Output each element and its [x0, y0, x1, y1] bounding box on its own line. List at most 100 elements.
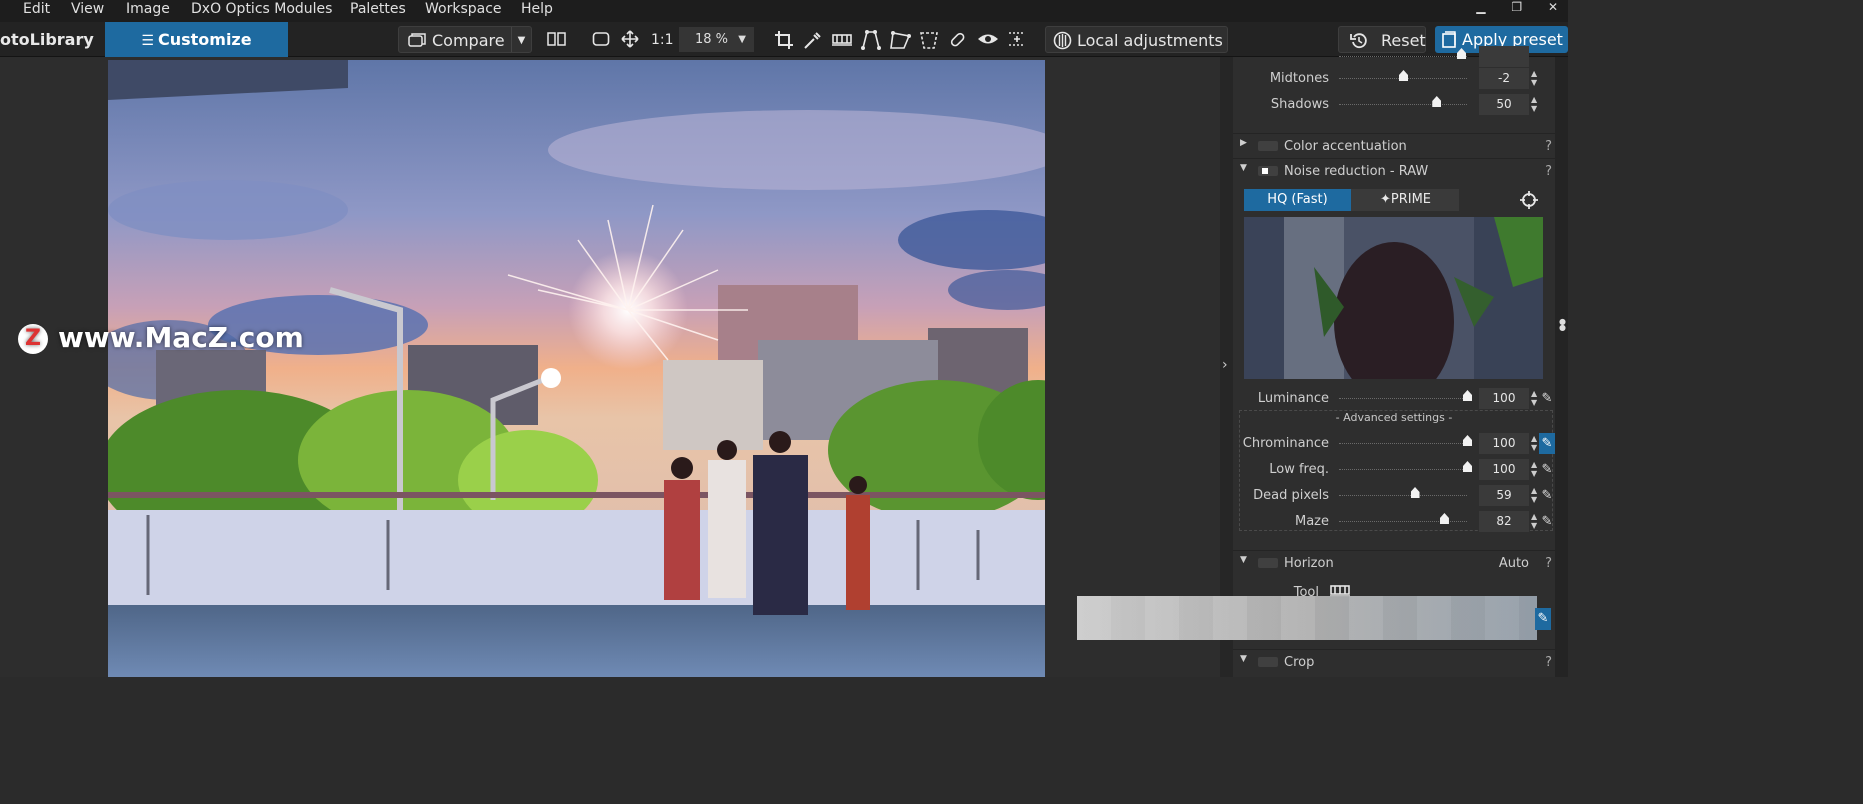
spinner-icon[interactable]: ▲ ▼: [1531, 95, 1537, 113]
slider-track[interactable]: [1339, 469, 1467, 470]
zoom-select[interactable]: 18 % ▼: [679, 27, 754, 52]
section-title: Color accentuation: [1284, 139, 1407, 154]
chevron-down-icon[interactable]: ▼: [511, 27, 531, 52]
restore-icon[interactable]: ❐: [1511, 0, 1522, 14]
menu-view[interactable]: View: [71, 1, 104, 17]
photo[interactable]: [108, 60, 1045, 677]
minimize-icon[interactable]: ▁: [1476, 0, 1485, 14]
panel-content: Midtones -2 ▲ ▼ Shadows 50 ▲ ▼ ▶ Color acc…: [1233, 46, 1555, 677]
one-to-one-button[interactable]: 1:1: [651, 30, 674, 50]
value-field[interactable]: 50: [1479, 94, 1529, 115]
local-adjustments-label: Local adjustments: [1077, 31, 1223, 50]
crosshair-icon[interactable]: [1520, 191, 1538, 209]
slider-thumb[interactable]: [1463, 435, 1472, 446]
slider-thumb[interactable]: [1399, 70, 1408, 81]
slider-label: Maze: [1294, 514, 1329, 529]
tab-photolibrary[interactable]: otoLibrary: [0, 22, 105, 57]
value-field[interactable]: 59: [1479, 485, 1529, 506]
move-icon[interactable]: [621, 30, 639, 48]
value-field[interactable]: 100: [1479, 459, 1529, 480]
volume-deformation-icon[interactable]: [889, 30, 911, 50]
image-viewer[interactable]: Zwww.MacZ.com: [0, 57, 1220, 677]
crop-icon[interactable]: [774, 30, 794, 50]
compare-button[interactable]: Compare ▼: [398, 26, 532, 53]
slider-thumb[interactable]: [1463, 390, 1472, 401]
help-icon[interactable]: ?: [1545, 139, 1552, 154]
value-field[interactable]: 100: [1479, 433, 1529, 454]
value-field[interactable]: -2: [1479, 68, 1529, 89]
chevron-down-icon: ▼: [1240, 163, 1247, 173]
menu-image[interactable]: Image: [126, 1, 170, 17]
slider-label: Midtones: [1269, 71, 1329, 86]
panel-collapse-handle[interactable]: ›: [1220, 57, 1233, 677]
help-icon[interactable]: ?: [1545, 164, 1552, 179]
auto-wand-icon[interactable]: ✎: [1539, 485, 1555, 506]
eyedropper-icon[interactable]: [803, 30, 823, 50]
section-color-accentuation[interactable]: ▶ Color accentuation ?: [1233, 133, 1555, 157]
section-noise-reduction[interactable]: ▼ Noise reduction - RAW ?: [1233, 158, 1555, 182]
value-field[interactable]: 100: [1479, 388, 1529, 409]
distortion-icon[interactable]: [918, 30, 940, 50]
perspective-icon[interactable]: [860, 30, 882, 50]
slider-thumb[interactable]: [1439, 513, 1449, 524]
settings-panel: › Midtones -2 ▲ ▼ Shadows 50 ▲ ▼ ▶ Color a…: [1220, 46, 1568, 677]
spinner-icon[interactable]: ▲ ▼: [1531, 486, 1537, 504]
section-horizon[interactable]: ▼ Horizon Auto ?: [1233, 550, 1555, 574]
menu-help[interactable]: Help: [521, 1, 553, 17]
section-toggle[interactable]: [1258, 558, 1278, 568]
spinner-icon[interactable]: ▲ ▼: [1531, 512, 1537, 530]
mode-hq-button[interactable]: HQ (Fast): [1244, 189, 1351, 211]
split-view-icon[interactable]: [547, 30, 567, 48]
slider-thumb[interactable]: [1410, 487, 1420, 498]
slider-row-low-freq: Low freq. 100 ▲ ▼ ✎: [1233, 458, 1555, 482]
spinner-icon[interactable]: ▲ ▼: [1531, 389, 1537, 407]
section-crop[interactable]: ▼ Crop ?: [1233, 649, 1555, 673]
drag-handle-icon[interactable]: ● ●: [1559, 318, 1566, 332]
watermark-logo: Z: [18, 324, 48, 354]
tab-customize[interactable]: ☰ Customize: [105, 22, 288, 57]
auto-wand-icon[interactable]: ✎: [1539, 511, 1555, 532]
horizon-tool-icon[interactable]: [831, 30, 853, 48]
menu-dxo-optics-modules[interactable]: DxO Optics Modules: [191, 1, 332, 17]
spinner-icon[interactable]: ▲ ▼: [1531, 460, 1537, 478]
frame-icon[interactable]: [592, 30, 610, 48]
slider-track[interactable]: [1339, 398, 1467, 399]
auto-wand-icon[interactable]: ✎: [1539, 459, 1555, 480]
blurred-wand-button[interactable]: ✎: [1535, 608, 1551, 630]
menu-edit[interactable]: Edit: [23, 1, 50, 17]
slider-track[interactable]: [1339, 495, 1467, 496]
menu-workspace[interactable]: Workspace: [425, 1, 502, 17]
local-adjustments-button[interactable]: Local adjustments: [1045, 26, 1228, 53]
slider-row-luminance: Luminance 100 ▲ ▼ ✎: [1233, 387, 1555, 411]
help-icon[interactable]: ?: [1545, 655, 1552, 670]
section-toggle[interactable]: [1258, 141, 1278, 151]
slider-row-partial: [1233, 45, 1555, 69]
slider-track[interactable]: [1339, 104, 1467, 105]
auto-label[interactable]: Auto: [1499, 556, 1529, 571]
spinner-icon[interactable]: ▲ ▼: [1531, 69, 1537, 87]
slider-thumb[interactable]: [1432, 96, 1442, 107]
section-toggle[interactable]: [1258, 166, 1278, 176]
value-field[interactable]: 82: [1479, 511, 1529, 532]
menu-palettes[interactable]: Palettes: [350, 1, 406, 17]
spinner-icon[interactable]: ▲ ▼: [1531, 434, 1537, 452]
close-icon[interactable]: ✕: [1548, 0, 1558, 14]
repair-icon[interactable]: [948, 30, 968, 50]
slider-thumb[interactable]: [1463, 461, 1472, 472]
eye-icon[interactable]: [977, 30, 999, 48]
advanced-settings-title: - Advanced settings -: [1335, 411, 1453, 424]
auto-wand-icon[interactable]: ✎: [1539, 433, 1555, 454]
chevron-down-icon: ▼: [1240, 654, 1247, 664]
slider-row-dead-pixels: Dead pixels 59 ▲ ▼ ✎: [1233, 484, 1555, 508]
compare-icon: [408, 33, 426, 47]
blurred-region-overlay: [1077, 596, 1537, 640]
panel-scrollbar[interactable]: ● ●: [1555, 57, 1568, 677]
grid-overlay-icon[interactable]: [1007, 30, 1027, 48]
auto-wand-icon[interactable]: ✎: [1539, 388, 1555, 409]
mode-prime-button[interactable]: ✦PRIME: [1352, 189, 1459, 211]
help-icon[interactable]: ?: [1545, 556, 1552, 571]
preview-loupe[interactable]: [1244, 217, 1543, 379]
menu-bar: Edit View Image DxO Optics Modules Palet…: [0, 0, 1568, 22]
slider-track[interactable]: [1339, 443, 1467, 444]
section-toggle[interactable]: [1258, 657, 1278, 667]
